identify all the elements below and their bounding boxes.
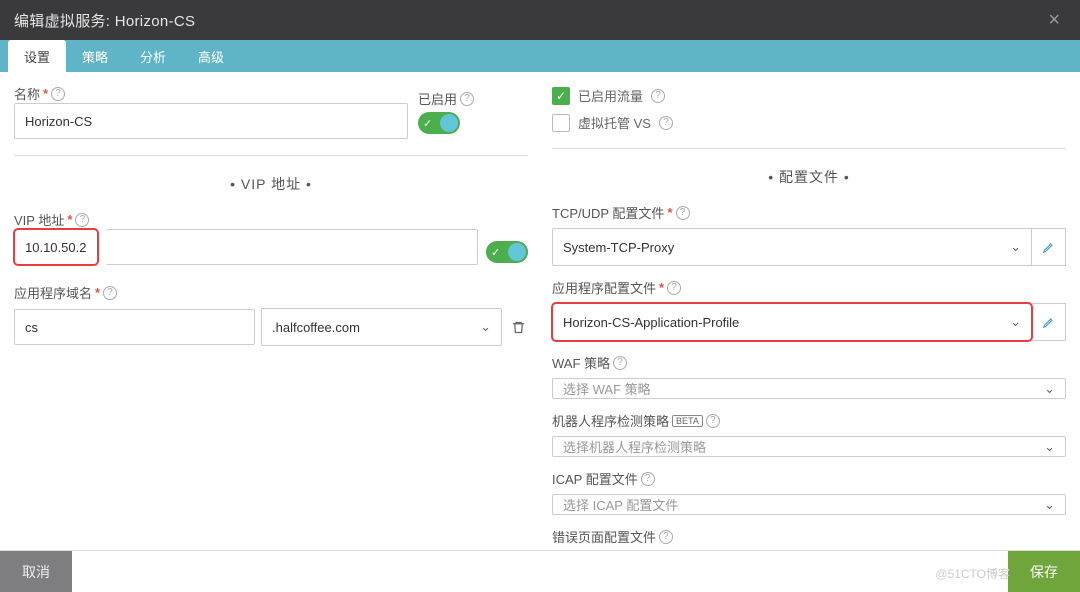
save-button[interactable]: 保存 [1008, 551, 1080, 592]
icap-label: ICAP 配置文件 ? [552, 469, 1066, 488]
tab-advanced[interactable]: 高级 [182, 40, 240, 72]
chevron-down-icon: ⌄ [480, 319, 491, 335]
help-icon[interactable]: ? [651, 89, 665, 103]
tab-settings[interactable]: 设置 [8, 40, 66, 72]
edit-tcp-button[interactable] [1032, 228, 1066, 266]
error-profile-label: 错误页面配置文件 ? [552, 527, 1066, 546]
cancel-button[interactable]: 取消 [0, 551, 72, 592]
help-icon[interactable]: ? [613, 356, 627, 370]
icap-select[interactable]: 选择 ICAP 配置文件 ⌄ [552, 494, 1066, 515]
app-profile-label: 应用程序配置文件* ? [552, 278, 1066, 297]
bot-select[interactable]: 选择机器人程序检测策略 ⌄ [552, 436, 1066, 457]
help-icon[interactable]: ? [659, 116, 673, 130]
check-icon: ✓ [491, 246, 500, 259]
required-icon: * [659, 280, 664, 295]
enabled-toggle[interactable]: ✓ [418, 112, 460, 134]
help-icon[interactable]: ? [659, 530, 673, 544]
chevron-down-icon: ⌄ [1044, 439, 1055, 455]
vip-toggle[interactable]: ✓ [486, 241, 528, 263]
vip-input-ext [106, 229, 478, 265]
chevron-down-icon: ⌄ [1044, 381, 1055, 397]
fqdn-domain-select[interactable]: .halfcoffee.com ⌄ [261, 308, 502, 346]
check-icon: ✓ [423, 117, 432, 130]
traffic-enabled-checkbox[interactable]: ✓ [552, 87, 570, 105]
vip-input[interactable] [14, 229, 98, 265]
help-icon[interactable]: ? [641, 472, 655, 486]
help-icon[interactable]: ? [667, 281, 681, 295]
delete-icon[interactable] [508, 317, 528, 337]
edit-app-button[interactable] [1032, 303, 1066, 341]
required-icon: * [667, 205, 672, 220]
right-column: ✓ 已启用流量 ? 虚拟托管 VS ? • 配置文件 • TCP/UDP 配置文… [552, 84, 1066, 550]
tcp-profile-select[interactable]: System-TCP-Proxy ⌄ [552, 228, 1032, 266]
help-icon[interactable]: ? [103, 286, 117, 300]
required-icon: * [67, 212, 72, 227]
enabled-label: 已启用 ? [418, 89, 474, 108]
profiles-section-title: • 配置文件 • [552, 148, 1066, 197]
chevron-down-icon: ⌄ [1044, 497, 1055, 513]
virtual-hosting-checkbox[interactable] [552, 114, 570, 132]
vip-section-title: • VIP 地址 • [14, 155, 528, 204]
bot-label: 机器人程序检测策略 BETA ? [552, 411, 1066, 430]
required-icon: * [95, 285, 100, 300]
fqdn-input[interactable] [14, 309, 255, 345]
waf-label: WAF 策略 ? [552, 353, 1066, 372]
help-icon[interactable]: ? [51, 87, 65, 101]
tcp-profile-label: TCP/UDP 配置文件* ? [552, 203, 1066, 222]
close-icon[interactable]: × [1042, 9, 1066, 32]
help-icon[interactable]: ? [460, 92, 474, 106]
modal-header: 编辑虚拟服务: Horizon-CS × [0, 0, 1080, 40]
chevron-down-icon: ⌄ [1010, 239, 1021, 255]
help-icon[interactable]: ? [706, 414, 720, 428]
required-icon: * [43, 86, 48, 101]
footer: 取消 @51CTO博客 保存 [0, 550, 1080, 592]
tab-policy[interactable]: 策略 [66, 40, 124, 72]
fqdn-label: 应用程序域名* ? [14, 283, 528, 302]
tab-analysis[interactable]: 分析 [124, 40, 182, 72]
waf-select[interactable]: 选择 WAF 策略 ⌄ [552, 378, 1066, 399]
vip-label: VIP 地址* ? [14, 210, 478, 229]
watermark: @51CTO博客 [935, 565, 1010, 582]
modal-title: 编辑虚拟服务: Horizon-CS [14, 10, 195, 31]
virtual-hosting-label: 虚拟托管 VS [578, 113, 651, 132]
name-input[interactable] [14, 103, 408, 139]
name-label: 名称* ? [14, 84, 408, 103]
left-column: 名称* ? 已启用 ? ✓ • VIP 地址 • [14, 84, 528, 550]
app-profile-select[interactable]: Horizon-CS-Application-Profile ⌄ [552, 303, 1032, 341]
help-icon[interactable]: ? [75, 213, 89, 227]
chevron-down-icon: ⌄ [1010, 314, 1021, 330]
tab-bar: 设置 策略 分析 高级 [0, 40, 1080, 72]
help-icon[interactable]: ? [676, 206, 690, 220]
traffic-enabled-label: 已启用流量 [578, 86, 643, 105]
beta-badge: BETA [672, 415, 703, 427]
